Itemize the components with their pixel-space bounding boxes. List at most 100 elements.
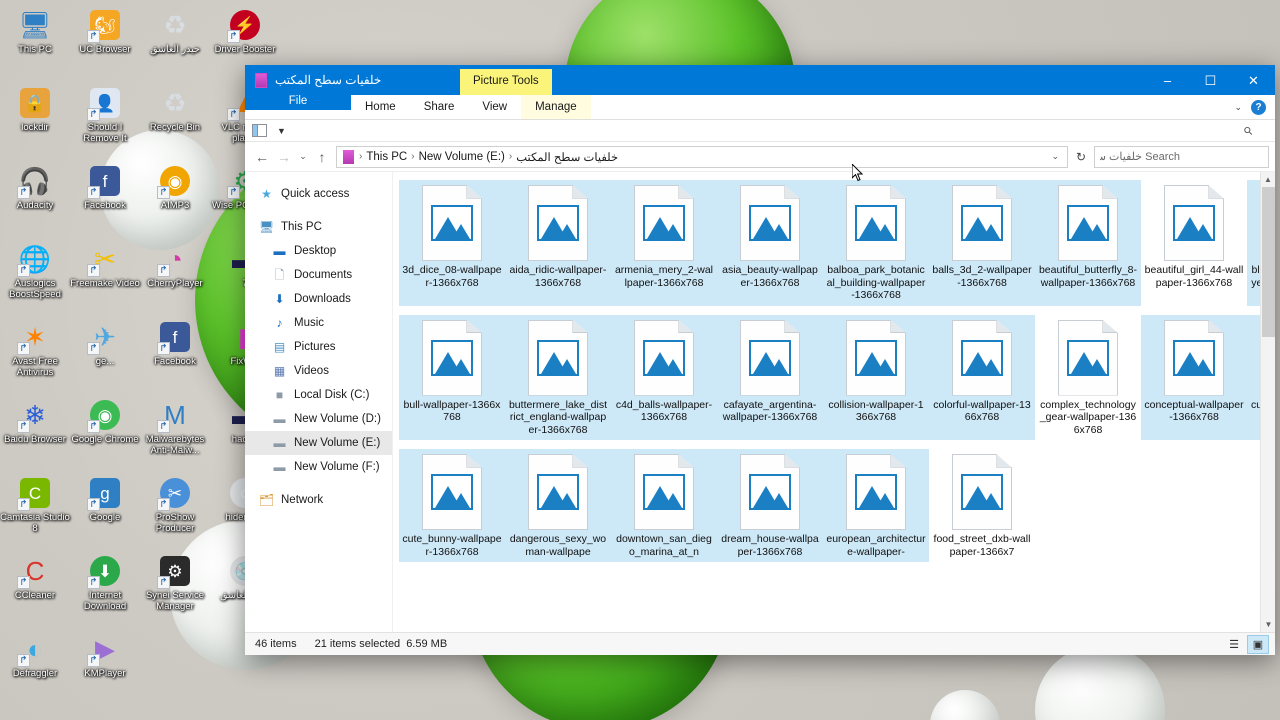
file-item[interactable]: downtown_san_diego_marina_at_n xyxy=(611,449,717,562)
up-button[interactable]: ↑ xyxy=(311,146,333,168)
refresh-button[interactable]: ↻ xyxy=(1071,150,1091,164)
file-item[interactable]: cafayate_argentina-wallpaper-1366x768 xyxy=(717,314,823,440)
breadcrumb-item-new-volume-e[interactable]: New Volume (E:) xyxy=(415,151,509,163)
sidebar-item-new-volume-d[interactable]: ▬ New Volume (D:) xyxy=(245,407,392,431)
desktop-icon[interactable]: ✂ ↱ ProShow Producer xyxy=(140,472,210,550)
picture-tools-contextual-tab[interactable]: Picture Tools xyxy=(460,69,552,95)
breadcrumb-item-this-pc[interactable]: This PC xyxy=(362,151,411,163)
forward-button[interactable]: → xyxy=(273,146,295,168)
title-bar[interactable]: خلفيات سطح المكتب Picture Tools – ☐ ✕ xyxy=(245,65,1275,95)
desktop-icon[interactable]: ♻ Recycle Bin xyxy=(140,82,210,160)
shortcut-arrow-icon: ↱ xyxy=(87,108,100,121)
back-button[interactable]: ← xyxy=(251,146,273,168)
desktop-icon[interactable]: ▶ ↱ KMPlayer xyxy=(70,628,140,706)
maximize-button[interactable]: ☐ xyxy=(1189,65,1232,95)
large-icons-view-button[interactable]: ▣ xyxy=(1247,634,1269,654)
help-icon[interactable]: ? xyxy=(1251,99,1266,115)
desktop-icon[interactable]: f ↱ Facebook xyxy=(70,160,140,238)
desktop-icon[interactable]: g ↱ Google xyxy=(70,472,140,550)
file-item[interactable]: buttermere_lake_district_england-wallpap… xyxy=(505,314,611,440)
sidebar-item-network[interactable]: 🗂 Network xyxy=(245,488,392,512)
file-item[interactable]: beautiful_butterfly_8-wallpaper-1366x768 xyxy=(1035,180,1141,306)
file-item[interactable]: food_street_dxb-wallpaper-1366x7 xyxy=(929,449,1035,562)
sidebar-item-music[interactable]: ♪ Music xyxy=(245,311,392,335)
desktop-icon[interactable]: C ↱ Camtasia Studio 8 xyxy=(0,472,70,550)
file-item[interactable]: 3d_dice_08-wallpaper-1366x768 xyxy=(399,180,505,306)
sidebar-item-this-pc[interactable]: 🖥 This PC xyxy=(245,215,392,239)
desktop-icon[interactable]: ⬇ ↱ Internet Download xyxy=(70,550,140,628)
desktop-icon[interactable]: ✶ ↱ Avast Free Antivirus xyxy=(0,316,70,394)
details-view-button[interactable]: ☰ xyxy=(1223,635,1245,654)
desktop-icon[interactable]: ♻ حيدر العاشق xyxy=(140,4,210,82)
desktop-icon[interactable]: 👤 ↱ Should I Remove It xyxy=(70,82,140,160)
tab-home[interactable]: Home xyxy=(351,95,410,119)
scroll-up-icon[interactable]: ▲ xyxy=(1261,172,1275,187)
image-file-icon xyxy=(846,185,906,261)
file-item[interactable]: dangerous_sexy_woman-wallpape xyxy=(505,449,611,562)
breadcrumb[interactable]: › This PC › New Volume (E:) › خلفيات سطح… xyxy=(336,145,1068,168)
file-item[interactable]: asia_beauty-wallpaper-1366x768 xyxy=(717,180,823,306)
file-explorer-window: خلفيات سطح المكتب Picture Tools – ☐ ✕ Fi… xyxy=(245,65,1275,655)
sidebar-item-videos[interactable]: ▦ Videos xyxy=(245,359,392,383)
tab-view[interactable]: View xyxy=(468,95,521,119)
desktop-icon[interactable]: 🐿 ↱ UC Browser xyxy=(70,4,140,82)
scrollbar-thumb[interactable] xyxy=(1262,187,1275,337)
desktop-icon[interactable]: M ↱ Malwarebytes Anti-Malw... xyxy=(140,394,210,472)
desktop-icon-row: 🎧↱Audacityf↱Facebook◉↱AIMP3⚙↱Wise PC 1st… xyxy=(0,160,280,238)
desktop-icon[interactable]: ⚙ ↱ Synei Service Manager xyxy=(140,550,210,628)
sidebar-item-quick-access[interactable]: ★ Quick access xyxy=(245,182,392,206)
file-item[interactable]: c4d_balls-wallpaper-1366x768 xyxy=(611,314,717,440)
address-dropdown-icon[interactable]: ⌄ xyxy=(1051,151,1063,162)
search-input[interactable]: Search خلفيات سطح المكتب ⚲ xyxy=(1094,124,1269,168)
desktop-icon-glyph: M ↱ xyxy=(157,398,192,433)
desktop-icon[interactable]: ❄ ↱ Baidu Browser xyxy=(0,394,70,472)
file-item[interactable]: balls_3d_2-wallpaper-1366x768 xyxy=(929,180,1035,306)
desktop-icon[interactable]: 🔒 lockdir xyxy=(0,82,70,160)
file-list-area[interactable]: 3d_dice_08-wallpaper-1366x768 aida_ridic-… xyxy=(393,172,1275,632)
tab-manage[interactable]: Manage xyxy=(521,95,591,119)
sidebar-item-pictures[interactable]: ▤ Pictures xyxy=(245,335,392,359)
desktop-icon[interactable]: ◔ ↱ CherryPlayer xyxy=(140,238,210,316)
sidebar-item-new-volume-e[interactable]: ▬ New Volume (E:) xyxy=(245,431,392,455)
chevron-down-icon[interactable]: ⌄ xyxy=(1234,102,1242,113)
scroll-down-icon[interactable]: ▼ xyxy=(1261,617,1275,632)
file-item[interactable]: european_architecture-wallpaper- xyxy=(823,449,929,562)
recent-locations-icon[interactable]: ⌄ xyxy=(295,146,311,168)
tab-share[interactable]: Share xyxy=(410,95,469,119)
vertical-scrollbar[interactable]: ▲ ▼ xyxy=(1260,172,1275,632)
sidebar-item-downloads[interactable]: ⬇ Downloads xyxy=(245,287,392,311)
file-item[interactable]: dream_house-wallpaper-1366x768 xyxy=(717,449,823,562)
minimize-button[interactable]: – xyxy=(1146,65,1189,95)
navigation-pane-icon[interactable] xyxy=(252,124,267,137)
file-item[interactable]: beautiful_girl_44-wallpaper-1366x768 xyxy=(1141,180,1247,306)
file-item[interactable]: bull-wallpaper-1366x768 xyxy=(399,314,505,440)
desktop-icon[interactable]: f ↱ Facebook xyxy=(140,316,210,394)
file-item[interactable]: collision-wallpaper-1366x768 xyxy=(823,314,929,440)
file-item[interactable]: conceptual-wallpaper-1366x768 xyxy=(1141,314,1247,440)
desktop-icon[interactable]: 🖥 This PC xyxy=(0,4,70,82)
sidebar-item-new-volume-f[interactable]: ▬ New Volume (F:) xyxy=(245,455,392,479)
tab-file[interactable]: File xyxy=(245,95,351,110)
sidebar-item-desktop[interactable]: ▬ Desktop xyxy=(245,239,392,263)
desktop-icon[interactable]: 🎧 ↱ Audacity xyxy=(0,160,70,238)
desktop-icon[interactable]: ◉ ↱ AIMP3 xyxy=(140,160,210,238)
desktop-icon[interactable]: ◐ ↱ Defraggler xyxy=(0,628,70,706)
sidebar-item-local-disk-c[interactable]: ■ Local Disk (C:) xyxy=(245,383,392,407)
desktop-icon-glyph: ⬇ ↱ xyxy=(87,554,122,589)
desktop-icon[interactable]: ◉ ↱ Google Chrome xyxy=(70,394,140,472)
file-item[interactable]: balboa_park_botanical_building-wallpaper… xyxy=(823,180,929,306)
desktop-icon[interactable]: C ↱ CCleaner xyxy=(0,550,70,628)
file-item[interactable]: cute_bunny-wallpaper-1366x768 xyxy=(399,449,505,562)
sidebar-item-documents[interactable]: 🗋 Documents xyxy=(245,263,392,287)
breadcrumb-item-current-folder[interactable]: خلفيات سطح المكتب xyxy=(512,150,622,164)
file-item[interactable]: aida_ridic-wallpaper-1366x768 xyxy=(505,180,611,306)
desktop-icon[interactable]: 🌐 ↱ Auslogics BoostSpeed xyxy=(0,238,70,316)
sidebar-item-label: Music xyxy=(294,317,325,329)
desktop-icon[interactable]: ✈ ↱ ge... xyxy=(70,316,140,394)
desktop-icon[interactable]: ✂ ↱ Freemake Video xyxy=(70,238,140,316)
customize-dropdown-icon[interactable]: ▼ xyxy=(277,126,286,136)
file-item[interactable]: colorful-wallpaper-1366x768 xyxy=(929,314,1035,440)
file-item[interactable]: complex_technology_gear-wallpaper-1366x7… xyxy=(1035,315,1141,441)
file-item[interactable]: armenia_mery_2-wallpaper-1366x768 xyxy=(611,180,717,306)
close-button[interactable]: ✕ xyxy=(1232,65,1275,95)
